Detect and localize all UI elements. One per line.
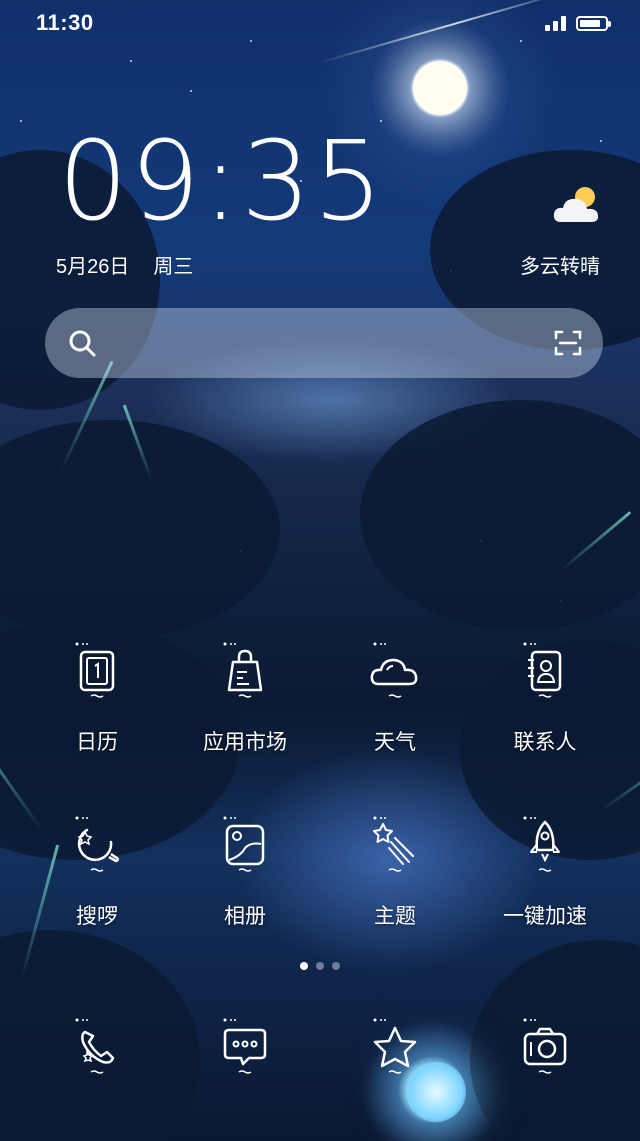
- weather-description[interactable]: 多云转晴: [520, 250, 600, 279]
- page-dot-active[interactable]: [300, 962, 308, 970]
- signal-icon: [545, 15, 566, 31]
- app-souluo[interactable]: 搜啰: [32, 814, 162, 930]
- app-label: 主题: [374, 905, 416, 928]
- rocket-icon: [523, 816, 560, 872]
- star-icon: [373, 1018, 417, 1074]
- partly-cloudy-icon[interactable]: [551, 184, 603, 226]
- phone-icon: [75, 1018, 115, 1074]
- weekday-text: 周三: [153, 256, 194, 278]
- battery-icon: [576, 15, 611, 31]
- app-calendar[interactable]: 日历: [32, 640, 162, 756]
- home-screen: 11:30 09:35 5月26日 周三 多云转晴 日历 应用市场 天气 联系人…: [0, 0, 640, 1141]
- search-bar[interactable]: [45, 308, 603, 380]
- shooting-star-icon: [373, 816, 414, 872]
- app-label: 天气: [374, 731, 416, 754]
- camera-icon: [523, 1018, 567, 1074]
- app-gallery[interactable]: 相册: [180, 814, 310, 930]
- page-dot[interactable]: [316, 962, 324, 970]
- dock-phone[interactable]: [32, 1016, 162, 1078]
- message-icon: [223, 1018, 267, 1074]
- status-time: 11:30: [36, 10, 94, 35]
- date-text: 5月26日: [56, 256, 130, 278]
- search-moon-icon: [75, 816, 120, 872]
- app-one-key-boost[interactable]: 一键加速: [480, 814, 610, 930]
- app-label: 相册: [224, 905, 266, 928]
- dock-favorites[interactable]: [330, 1016, 460, 1078]
- calendar-icon: [75, 642, 115, 698]
- app-contacts[interactable]: 联系人: [480, 640, 610, 756]
- app-label: 应用市场: [203, 731, 287, 754]
- dock-messages[interactable]: [180, 1016, 310, 1078]
- search-input[interactable]: [140, 308, 564, 380]
- app-theme[interactable]: 主题: [330, 814, 460, 930]
- clock-widget-date: 5月26日 周三: [56, 250, 193, 279]
- app-app-market[interactable]: 应用市场: [180, 640, 310, 756]
- app-label: 搜啰: [76, 905, 118, 928]
- status-bar: 11:30: [36, 8, 611, 38]
- app-label: 联系人: [513, 731, 577, 754]
- shopping-bag-icon: [223, 642, 263, 698]
- cloud-icon: [370, 642, 418, 698]
- dock-camera[interactable]: [480, 1016, 610, 1078]
- moon: [413, 61, 467, 115]
- app-label: 一键加速: [503, 905, 587, 928]
- gallery-icon: [223, 816, 265, 872]
- search-icon[interactable]: [67, 328, 97, 358]
- page-dot[interactable]: [332, 962, 340, 970]
- app-label: 日历: [76, 731, 118, 754]
- contacts-icon: [523, 642, 562, 698]
- clock-widget-time[interactable]: 09:35: [58, 126, 385, 236]
- page-indicator[interactable]: [300, 962, 340, 970]
- scan-icon[interactable]: [553, 328, 583, 358]
- app-weather[interactable]: 天气: [330, 640, 460, 756]
